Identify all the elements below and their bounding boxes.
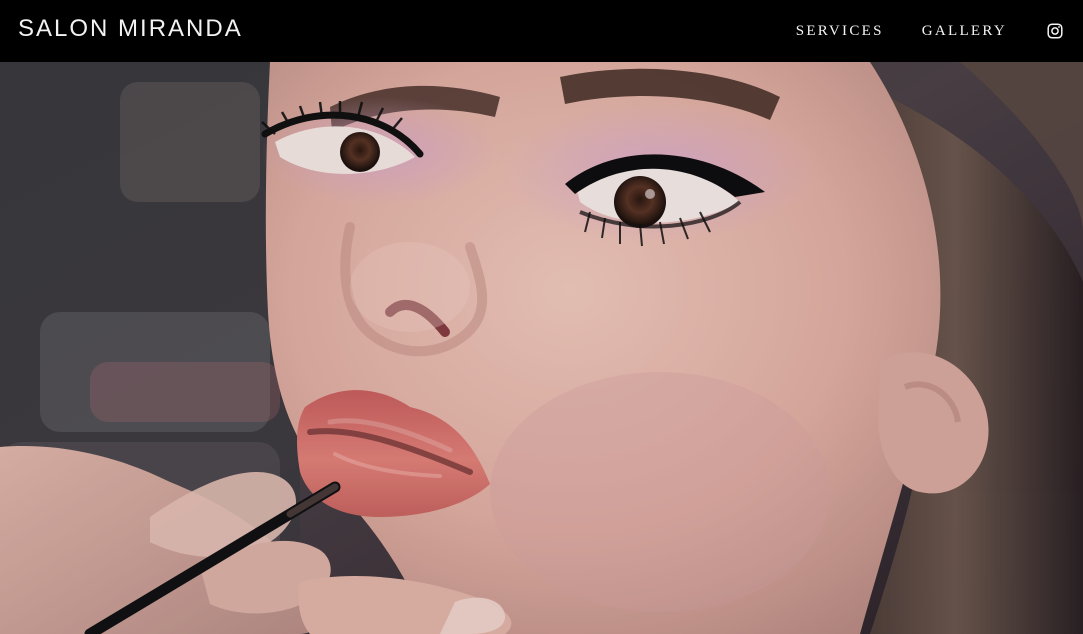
hero-section [0, 62, 1083, 634]
nav-gallery-link[interactable]: GALLERY [922, 22, 1007, 40]
brand-logo[interactable]: SALON MIRANDA [18, 14, 243, 44]
portrait-makeup-photo [0, 62, 1083, 634]
instagram-icon[interactable] [1047, 23, 1063, 39]
nav-services-link[interactable]: SERVICES [796, 22, 884, 40]
main-nav: SERVICES GALLERY [796, 0, 1083, 62]
site-header: SALON MIRANDA SERVICES GALLERY [0, 0, 1083, 62]
